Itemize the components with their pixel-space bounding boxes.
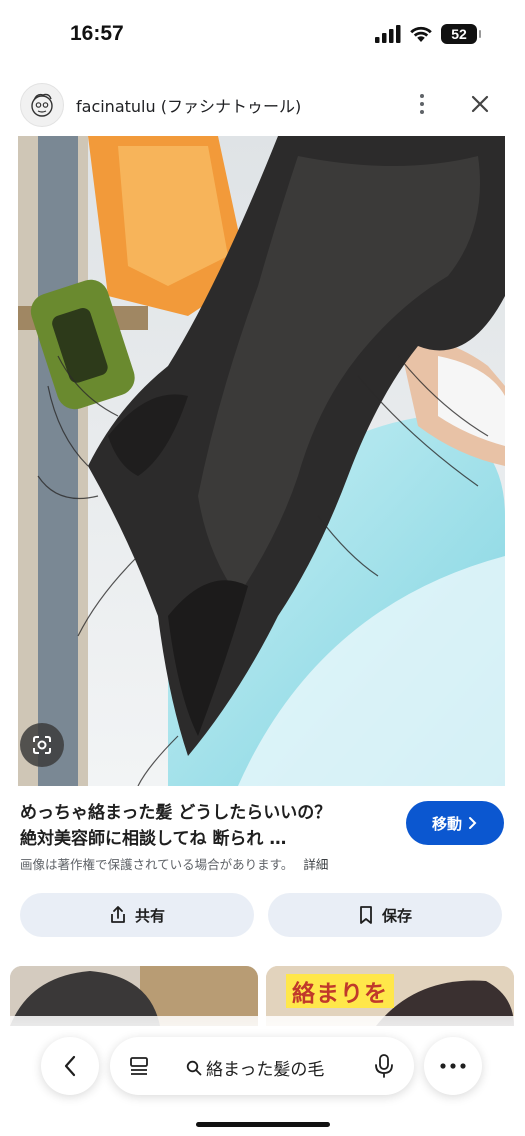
face-logo-icon [31,93,53,117]
share-button[interactable]: 共有 [20,893,254,937]
tabs-icon [130,1057,148,1075]
visit-label: 移動 [431,814,462,833]
lens-icon [33,736,51,754]
source-header: facinatulu (ファシナトゥール) [0,82,525,128]
share-icon [111,906,125,923]
result-title[interactable]: めっちゃ絡まった髪 どうしたらいいの？ 絶対美容師に相談してね 断られ … [20,800,390,852]
search-bar[interactable]: 絡まった髪の毛 [110,1037,414,1095]
details-link[interactable]: 詳細 [303,854,328,873]
status-bar: 16:57 52 [0,0,525,70]
related-image-2-caption: 絡まりを [286,974,394,1008]
chevron-right-icon [469,817,477,829]
tangled-hair-photo [18,136,505,786]
visual-search-button[interactable] [20,723,64,767]
source-avatar[interactable] [20,83,64,127]
title-line-1: めっちゃ絡まった髪 どうしたらいいの？ [20,803,332,823]
visit-button[interactable]: 移動 [406,801,504,845]
bookmark-icon [360,906,372,924]
source-name[interactable]: facinatulu (ファシナトゥール) [76,93,301,117]
result-image[interactable] [18,136,505,786]
close-icon [471,95,489,113]
more-horiz-icon [440,1063,466,1069]
back-button[interactable] [41,1037,99,1095]
status-time: 16:57 [70,22,124,45]
wifi-icon [410,26,432,42]
more-options-icon[interactable] [410,90,434,118]
home-indicator[interactable] [196,1122,330,1127]
back-arrow-icon [64,1055,76,1077]
copyright-notice: 画像は著作権で保護されている場合があります。 詳細 [20,854,328,873]
battery-indicator: 52 [441,24,481,44]
more-button[interactable] [424,1037,482,1095]
status-icons: 52 [375,24,481,44]
title-line-2: 絶対美容師に相談してね 断られ … [20,829,287,849]
search-query[interactable]: 絡まった髪の毛 [186,1055,324,1080]
close-button[interactable] [466,90,494,118]
signal-icon [375,25,401,43]
save-label: 保存 [381,906,412,925]
search-icon [186,1060,202,1075]
mic-icon[interactable] [374,1053,394,1079]
share-label: 共有 [134,906,165,925]
save-button[interactable]: 保存 [268,893,502,937]
copyright-text: 画像は著作権で保護されている場合があります。 [20,857,294,872]
search-query-text: 絡まった髪の毛 [206,1060,325,1080]
